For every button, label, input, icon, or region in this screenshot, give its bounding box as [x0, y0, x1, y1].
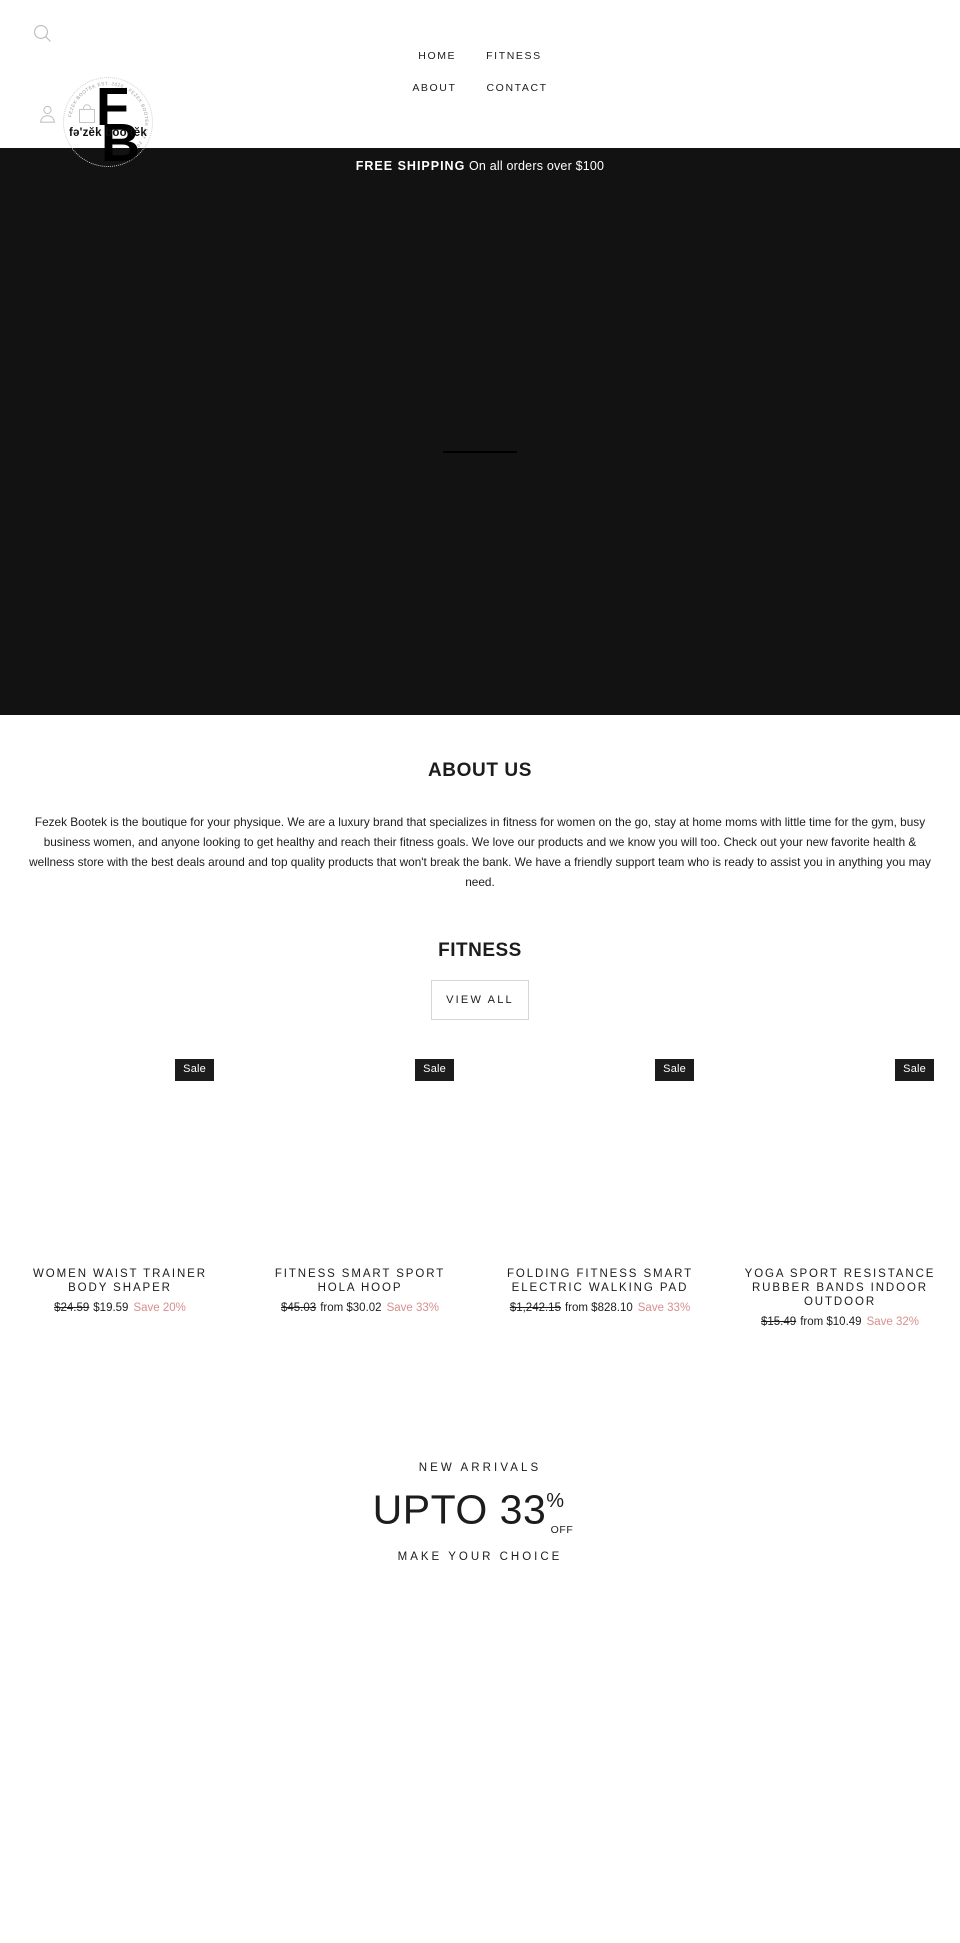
- nav-row-primary: HOME FITNESS: [0, 48, 960, 64]
- price-save: Save 33%: [637, 1302, 691, 1314]
- product-prices: $15.49 from $10.49 Save 32%: [738, 1316, 942, 1328]
- product-image[interactable]: Sale: [498, 1050, 702, 1255]
- status-badge: Sale: [895, 1059, 934, 1081]
- price-save: Save 32%: [866, 1316, 919, 1328]
- price-current: from $30.02: [320, 1302, 382, 1314]
- promo-subtitle: MAKE YOUR CHOICE: [397, 1550, 563, 1563]
- account-person-icon-glyph: [39, 105, 55, 123]
- promo-kicker: NEW ARRIVALS: [418, 1462, 542, 1474]
- price-save: Save 20%: [133, 1302, 186, 1314]
- status-badge: Sale: [415, 1059, 454, 1081]
- announcement-text: FREE SHIPPING On all orders over $100: [356, 159, 604, 173]
- product-card[interactable]: Sale FOLDING FITNESS SMART ELECTRIC WALK…: [480, 1050, 720, 1328]
- new-arrivals-promo: NEW ARRIVALS UPTO 33% OFF MAKE YOUR CHOIC…: [0, 1462, 960, 1943]
- status-badge: Sale: [175, 1059, 214, 1081]
- main-navigation: HOME FITNESS ABOUT CONTACT: [0, 0, 960, 96]
- announcement-strong: FREE SHIPPING: [355, 159, 466, 173]
- price-compare: $15.49: [761, 1316, 797, 1328]
- hero-divider: [443, 450, 517, 453]
- price-compare: $24.59: [54, 1302, 90, 1314]
- about-section: ABOUT US Fezek Bootek is the boutique fo…: [0, 760, 960, 892]
- price-save: Save 33%: [386, 1302, 439, 1314]
- nav-item-home[interactable]: HOME: [414, 48, 460, 64]
- nav-row-secondary: ABOUT CONTACT: [0, 80, 960, 96]
- price-current: from $828.10: [564, 1302, 633, 1314]
- product-card[interactable]: Sale WOMEN WAIST TRAINER BODY SHAPER $24…: [0, 1050, 240, 1328]
- collection-title: FITNESS: [438, 940, 522, 961]
- promo-image-area: [0, 1563, 960, 1943]
- hero-banner: [0, 148, 960, 715]
- nav-item-contact[interactable]: CONTACT: [483, 80, 552, 96]
- product-title[interactable]: YOGA SPORT RESISTANCE RUBBER BANDS INDOO…: [738, 1267, 942, 1309]
- price-compare: $45.03: [281, 1302, 317, 1314]
- price-current: from $10.49: [800, 1316, 862, 1328]
- view-all-button[interactable]: VIEW ALL: [431, 980, 529, 1020]
- status-badge: Sale: [655, 1059, 694, 1081]
- promo-headline: UPTO 33% OFF: [0, 1481, 960, 1543]
- nav-item-fitness[interactable]: FITNESS: [482, 48, 546, 64]
- about-body: Fezek Bootek is the boutique for your ph…: [29, 815, 931, 889]
- product-title[interactable]: WOMEN WAIST TRAINER BODY SHAPER: [18, 1267, 222, 1295]
- product-grid: Sale WOMEN WAIST TRAINER BODY SHAPER $24…: [0, 1050, 960, 1328]
- price-current: $19.59: [93, 1302, 129, 1314]
- account-person-icon[interactable]: [36, 103, 58, 125]
- price-compare: $1,242.15: [509, 1302, 561, 1314]
- product-title[interactable]: FOLDING FITNESS SMART ELECTRIC WALKING P…: [498, 1267, 702, 1295]
- announcement-rest: On all orders over $100: [465, 159, 605, 173]
- product-title[interactable]: FITNESS SMART SPORT HOLA HOOP: [258, 1267, 462, 1295]
- product-prices: $1,242.15 from $828.10 Save 33%: [498, 1302, 702, 1314]
- hero-content: [0, 148, 960, 715]
- promo-headline-main: UPTO 33: [372, 1486, 547, 1533]
- product-card[interactable]: Sale FITNESS SMART SPORT HOLA HOOP $45.0…: [240, 1050, 480, 1328]
- site-header: FEZEK BOOTEK EST. 2020 • FEZEK BOOTEK ES…: [0, 0, 960, 170]
- product-image[interactable]: Sale: [738, 1050, 942, 1255]
- promo-headline-percent: %: [546, 1490, 565, 1512]
- fitness-collection-header: FITNESS VIEW ALL: [0, 940, 960, 1020]
- about-title: ABOUT US: [427, 760, 533, 781]
- product-prices: $24.59 $19.59 Save 20%: [18, 1302, 222, 1314]
- logo-wordmark: fə'zĕk boo'tĕk: [69, 127, 147, 139]
- product-card[interactable]: Sale YOGA SPORT RESISTANCE RUBBER BANDS …: [720, 1050, 960, 1328]
- nav-item-about[interactable]: ABOUT: [408, 80, 460, 96]
- product-image[interactable]: Sale: [258, 1050, 462, 1255]
- product-image[interactable]: Sale: [18, 1050, 222, 1255]
- product-prices: $45.03 from $30.02 Save 33%: [258, 1302, 462, 1314]
- promo-headline-off: OFF: [550, 1523, 574, 1536]
